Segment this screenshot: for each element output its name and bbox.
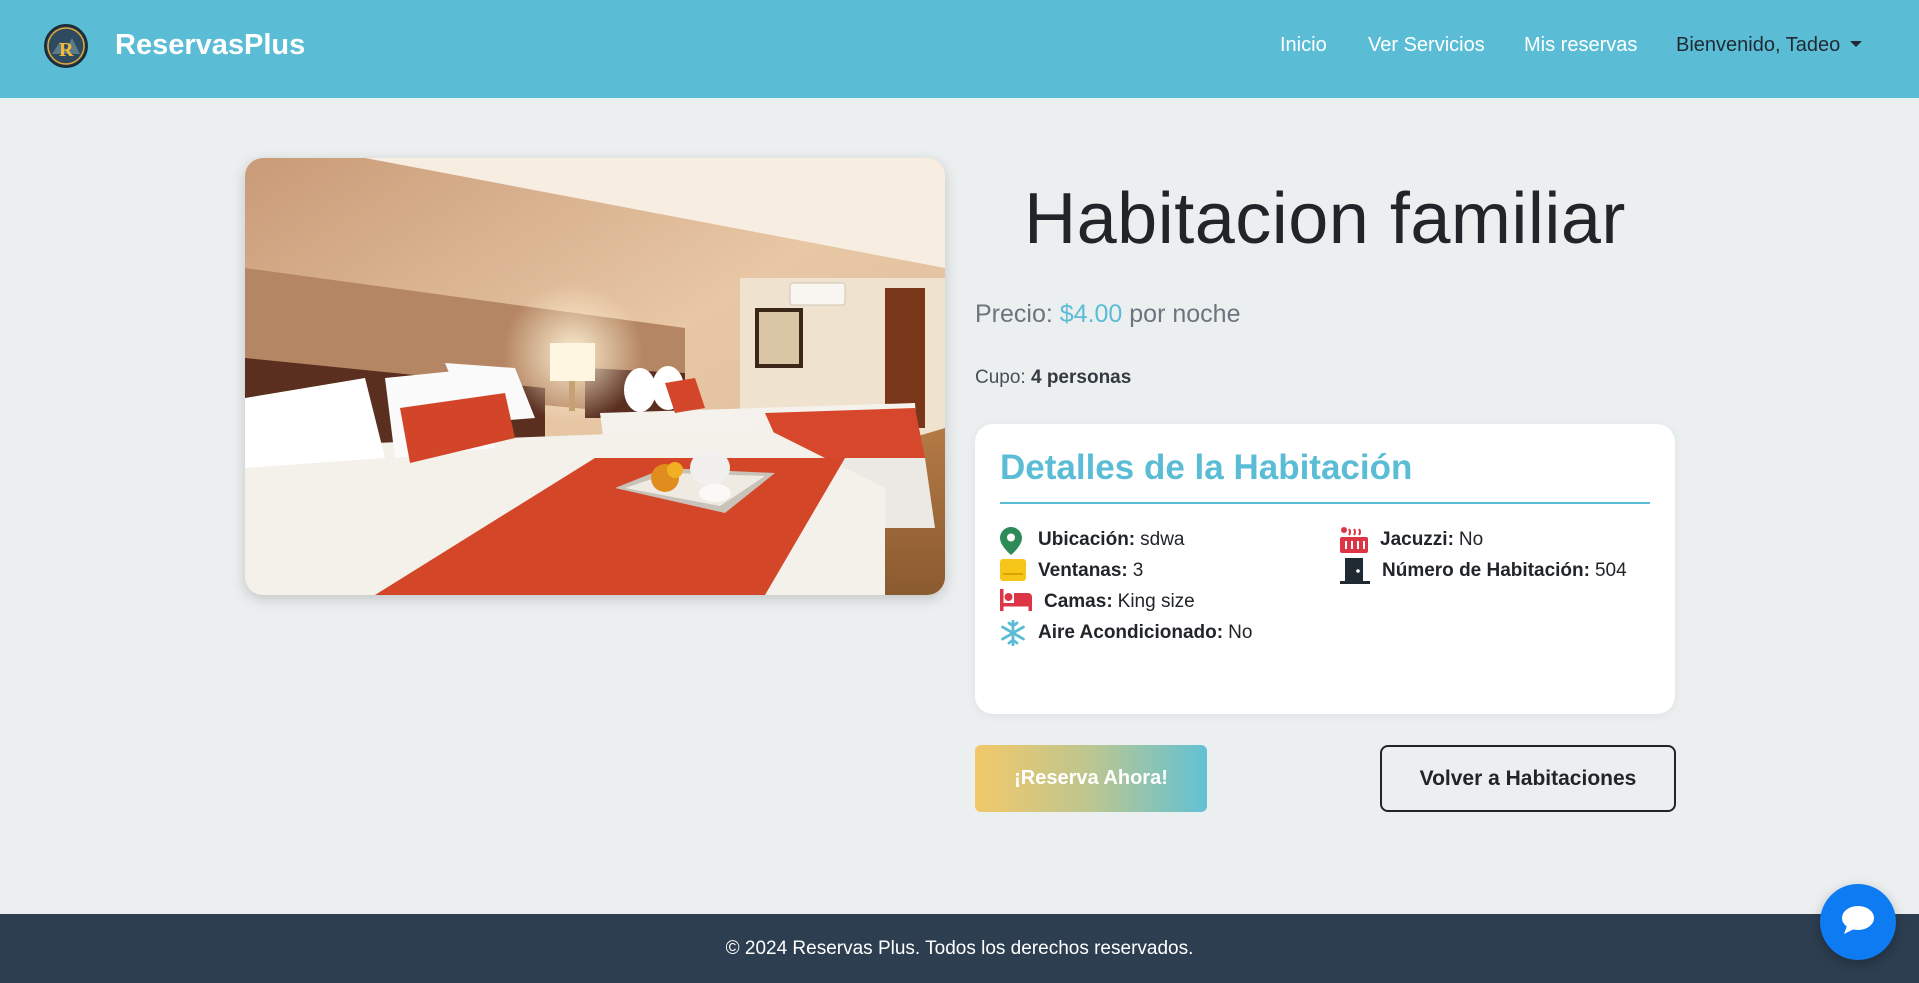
window-icon <box>1000 558 1026 584</box>
caret-down-icon <box>1850 40 1863 47</box>
room-details-card: Detalles de la Habitación Ubicación: sdw… <box>975 424 1675 714</box>
beds-value: King size <box>1117 591 1195 612</box>
windows-value: 3 <box>1132 560 1144 581</box>
map-pin-icon <box>1000 527 1026 555</box>
room-title: Habitacion familiar <box>1024 179 1626 259</box>
price-value: $4.00 <box>1059 300 1123 328</box>
detail-beds: Camas: King size <box>1000 589 1195 615</box>
user-menu-dropdown[interactable]: Bienvenido, Tadeo <box>1676 34 1863 57</box>
detail-ac: Aire Acondicionado: No <box>1000 619 1253 647</box>
nav-ver-servicios[interactable]: Ver Servicios <box>1368 34 1485 57</box>
ac-label: Aire Acondicionado: <box>1038 622 1224 643</box>
user-menu-label: Bienvenido, Tadeo <box>1676 34 1841 56</box>
back-to-rooms-button[interactable]: Volver a Habitaciones <box>1380 745 1676 812</box>
location-value: sdwa <box>1140 529 1185 550</box>
windows-label: Ventanas: <box>1038 560 1128 581</box>
reserve-now-button[interactable]: ¡Reserva Ahora! <box>975 745 1207 812</box>
snowflake-icon <box>1000 619 1026 647</box>
footer: © 2024 Reservas Plus. Todos los derechos… <box>0 914 1919 983</box>
jacuzzi-value: No <box>1458 529 1484 550</box>
details-title: Detalles de la Habitación <box>1000 448 1413 487</box>
ac-value: No <box>1228 622 1253 643</box>
capacity-line: Cupo: 4 personas <box>975 367 1131 389</box>
beds-label: Camas: <box>1044 591 1113 612</box>
detail-location: Ubicación: sdwa <box>1000 527 1185 555</box>
nav-mis-reservas[interactable]: Mis reservas <box>1524 34 1637 57</box>
detail-windows: Ventanas: 3 <box>1000 558 1143 584</box>
room-number-label: Número de Habitación: <box>1382 560 1590 581</box>
brand-name[interactable]: ReservasPlus <box>115 29 305 62</box>
jacuzzi-label: Jacuzzi: <box>1380 529 1454 550</box>
detail-jacuzzi: Jacuzzi: No <box>1340 527 1483 553</box>
navbar: R ReservasPlus Inicio Ver Servicios Mis … <box>0 0 1919 98</box>
capacity-label: Cupo: <box>975 367 1026 388</box>
price-unit: por noche <box>1129 300 1241 328</box>
price-label: Precio: <box>975 300 1053 328</box>
reservasplus-logo-icon[interactable]: R <box>44 24 88 68</box>
detail-room-number: Número de Habitación: 504 <box>1340 558 1627 584</box>
capacity-value: 4 personas <box>1030 367 1132 388</box>
door-icon <box>1340 558 1370 584</box>
bed-icon <box>1000 589 1032 615</box>
chat-button[interactable] <box>1820 884 1896 960</box>
location-label: Ubicación: <box>1038 529 1136 550</box>
price-line: Precio: $4.00 por noche <box>975 300 1240 329</box>
nav-inicio[interactable]: Inicio <box>1280 34 1327 57</box>
chat-bubble-icon <box>1841 905 1875 940</box>
room-number-value: 504 <box>1594 560 1627 581</box>
room-photo <box>245 158 945 595</box>
svg-text:R: R <box>59 39 74 61</box>
hot-tub-icon <box>1340 527 1368 553</box>
footer-text: © 2024 Reservas Plus. Todos los derechos… <box>725 937 1194 959</box>
details-divider <box>1000 502 1650 504</box>
